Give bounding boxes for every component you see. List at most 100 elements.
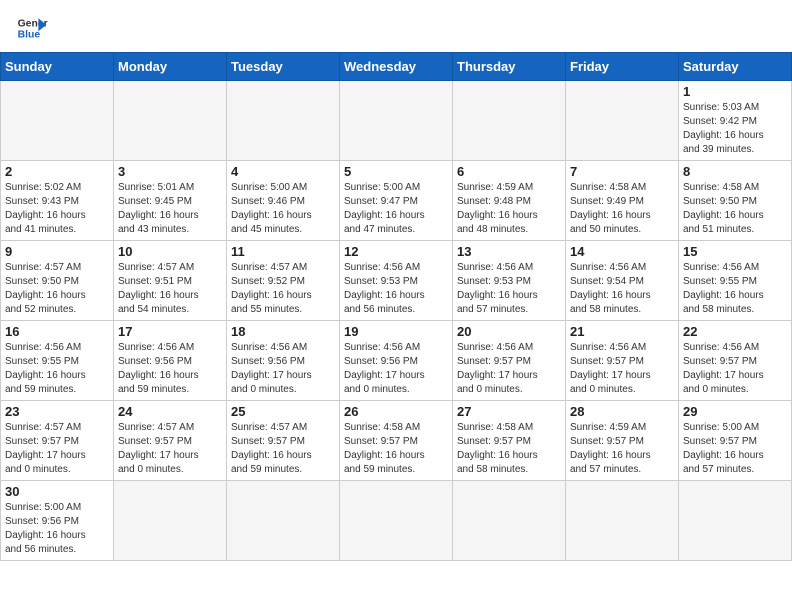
week-row-2: 9 Sunrise: 4:57 AM Sunset: 9:50 PM Daylig…	[1, 241, 792, 321]
weekday-friday: Friday	[566, 53, 679, 81]
day-cell: 3 Sunrise: 5:01 AM Sunset: 9:45 PM Daylig…	[114, 161, 227, 241]
day-info: Sunrise: 4:59 AM Sunset: 9:48 PM Dayligh…	[457, 181, 561, 237]
day-number: 16	[5, 324, 109, 339]
day-cell: 7 Sunrise: 4:58 AM Sunset: 9:49 PM Daylig…	[566, 161, 679, 241]
day-info: Sunrise: 4:57 AM Sunset: 9:57 PM Dayligh…	[5, 421, 109, 477]
day-cell: 17 Sunrise: 4:56 AM Sunset: 9:56 PM Dayli…	[114, 321, 227, 401]
day-info: Sunrise: 5:01 AM Sunset: 9:45 PM Dayligh…	[118, 181, 222, 237]
page-header: General Blue	[0, 0, 792, 52]
day-cell: 6 Sunrise: 4:59 AM Sunset: 9:48 PM Daylig…	[453, 161, 566, 241]
day-cell: 16Sunrise: 4:56 AM Sunset: 9:55 PM Dayli…	[1, 321, 114, 401]
day-number: 12	[344, 244, 448, 259]
day-number: 23	[5, 404, 109, 419]
calendar-body: 1 Sunrise: 5:03 AM Sunset: 9:42 PM Daylig…	[1, 81, 792, 561]
day-cell	[114, 481, 227, 561]
calendar-header: SundayMondayTuesdayWednesdayThursdayFrid…	[1, 53, 792, 81]
day-cell: 29 Sunrise: 5:00 AM Sunset: 9:57 PM Dayli…	[679, 401, 792, 481]
day-cell: 30Sunrise: 5:00 AM Sunset: 9:56 PM Dayli…	[1, 481, 114, 561]
day-cell: 23 Sunrise: 4:57 AM Sunset: 9:57 PM Dayli…	[1, 401, 114, 481]
day-info: Sunrise: 5:02 AM Sunset: 9:43 PM Dayligh…	[5, 181, 109, 237]
day-info: Sunrise: 4:57 AM Sunset: 9:51 PM Dayligh…	[118, 261, 222, 317]
day-cell	[453, 481, 566, 561]
day-number: 8	[683, 164, 787, 179]
week-row-4: 23 Sunrise: 4:57 AM Sunset: 9:57 PM Dayli…	[1, 401, 792, 481]
day-number: 4	[231, 164, 335, 179]
day-info: Sunrise: 4:58 AM Sunset: 9:49 PM Dayligh…	[570, 181, 674, 237]
day-number: 27	[457, 404, 561, 419]
day-number: 18	[231, 324, 335, 339]
day-cell: 1 Sunrise: 5:03 AM Sunset: 9:42 PM Daylig…	[679, 81, 792, 161]
day-info: Sunrise: 5:03 AM Sunset: 9:42 PM Dayligh…	[683, 101, 787, 157]
day-number: 3	[118, 164, 222, 179]
day-info: Sunrise: 4:56 AM Sunset: 9:57 PM Dayligh…	[570, 341, 674, 397]
day-info: Sunrise: 4:56 AM Sunset: 9:57 PM Dayligh…	[457, 341, 561, 397]
day-number: 9	[5, 244, 109, 259]
day-cell: 20 Sunrise: 4:56 AM Sunset: 9:57 PM Dayli…	[453, 321, 566, 401]
calendar-table: SundayMondayTuesdayWednesdayThursdayFrid…	[0, 52, 792, 561]
day-number: 17	[118, 324, 222, 339]
day-info: Sunrise: 4:58 AM Sunset: 9:50 PM Dayligh…	[683, 181, 787, 237]
day-number: 2	[5, 164, 109, 179]
day-cell: 15 Sunrise: 4:56 AM Sunset: 9:55 PM Dayli…	[679, 241, 792, 321]
day-cell: 18 Sunrise: 4:56 AM Sunset: 9:56 PM Dayli…	[227, 321, 340, 401]
day-info: Sunrise: 4:56 AM Sunset: 9:55 PM Dayligh…	[683, 261, 787, 317]
day-info: Sunrise: 4:56 AM Sunset: 9:53 PM Dayligh…	[344, 261, 448, 317]
day-cell: 21Sunrise: 4:56 AM Sunset: 9:57 PM Dayli…	[566, 321, 679, 401]
day-number: 22	[683, 324, 787, 339]
day-cell	[566, 481, 679, 561]
day-number: 10	[118, 244, 222, 259]
day-number: 6	[457, 164, 561, 179]
day-cell	[227, 81, 340, 161]
week-row-1: 2 Sunrise: 5:02 AM Sunset: 9:43 PM Daylig…	[1, 161, 792, 241]
day-number: 1	[683, 84, 787, 99]
day-cell: 12 Sunrise: 4:56 AM Sunset: 9:53 PM Dayli…	[340, 241, 453, 321]
day-cell: 8 Sunrise: 4:58 AM Sunset: 9:50 PM Daylig…	[679, 161, 792, 241]
day-cell: 27 Sunrise: 4:58 AM Sunset: 9:57 PM Dayli…	[453, 401, 566, 481]
day-number: 20	[457, 324, 561, 339]
day-info: Sunrise: 4:56 AM Sunset: 9:57 PM Dayligh…	[683, 341, 787, 397]
weekday-header-row: SundayMondayTuesdayWednesdayThursdayFrid…	[1, 53, 792, 81]
logo: General Blue	[16, 12, 48, 44]
weekday-saturday: Saturday	[679, 53, 792, 81]
day-info: Sunrise: 4:58 AM Sunset: 9:57 PM Dayligh…	[457, 421, 561, 477]
day-cell: 2 Sunrise: 5:02 AM Sunset: 9:43 PM Daylig…	[1, 161, 114, 241]
day-cell: 10 Sunrise: 4:57 AM Sunset: 9:51 PM Dayli…	[114, 241, 227, 321]
day-info: Sunrise: 4:58 AM Sunset: 9:57 PM Dayligh…	[344, 421, 448, 477]
day-info: Sunrise: 4:57 AM Sunset: 9:50 PM Dayligh…	[5, 261, 109, 317]
day-cell: 9 Sunrise: 4:57 AM Sunset: 9:50 PM Daylig…	[1, 241, 114, 321]
day-number: 24	[118, 404, 222, 419]
day-number: 30	[5, 484, 109, 499]
day-number: 7	[570, 164, 674, 179]
day-info: Sunrise: 4:59 AM Sunset: 9:57 PM Dayligh…	[570, 421, 674, 477]
day-number: 29	[683, 404, 787, 419]
weekday-tuesday: Tuesday	[227, 53, 340, 81]
day-cell	[1, 81, 114, 161]
day-cell: 28 Sunrise: 4:59 AM Sunset: 9:57 PM Dayli…	[566, 401, 679, 481]
svg-text:Blue: Blue	[18, 30, 41, 41]
weekday-monday: Monday	[114, 53, 227, 81]
day-number: 25	[231, 404, 335, 419]
day-info: Sunrise: 4:57 AM Sunset: 9:57 PM Dayligh…	[231, 421, 335, 477]
week-row-3: 16Sunrise: 4:56 AM Sunset: 9:55 PM Dayli…	[1, 321, 792, 401]
day-info: Sunrise: 4:56 AM Sunset: 9:56 PM Dayligh…	[118, 341, 222, 397]
day-number: 15	[683, 244, 787, 259]
day-cell: 4 Sunrise: 5:00 AM Sunset: 9:46 PM Daylig…	[227, 161, 340, 241]
day-info: Sunrise: 4:56 AM Sunset: 9:56 PM Dayligh…	[344, 341, 448, 397]
day-info: Sunrise: 4:56 AM Sunset: 9:53 PM Dayligh…	[457, 261, 561, 317]
day-info: Sunrise: 4:56 AM Sunset: 9:56 PM Dayligh…	[231, 341, 335, 397]
day-cell: 25 Sunrise: 4:57 AM Sunset: 9:57 PM Dayli…	[227, 401, 340, 481]
day-info: Sunrise: 4:57 AM Sunset: 9:52 PM Dayligh…	[231, 261, 335, 317]
day-cell: 26 Sunrise: 4:58 AM Sunset: 9:57 PM Dayli…	[340, 401, 453, 481]
day-cell	[566, 81, 679, 161]
day-cell: 11Sunrise: 4:57 AM Sunset: 9:52 PM Dayli…	[227, 241, 340, 321]
day-cell	[679, 481, 792, 561]
day-cell: 24Sunrise: 4:57 AM Sunset: 9:57 PM Dayli…	[114, 401, 227, 481]
day-info: Sunrise: 5:00 AM Sunset: 9:46 PM Dayligh…	[231, 181, 335, 237]
day-number: 28	[570, 404, 674, 419]
day-info: Sunrise: 5:00 AM Sunset: 9:57 PM Dayligh…	[683, 421, 787, 477]
logo-icon: General Blue	[16, 12, 48, 44]
day-number: 26	[344, 404, 448, 419]
weekday-sunday: Sunday	[1, 53, 114, 81]
day-cell	[453, 81, 566, 161]
day-cell: 13Sunrise: 4:56 AM Sunset: 9:53 PM Dayli…	[453, 241, 566, 321]
